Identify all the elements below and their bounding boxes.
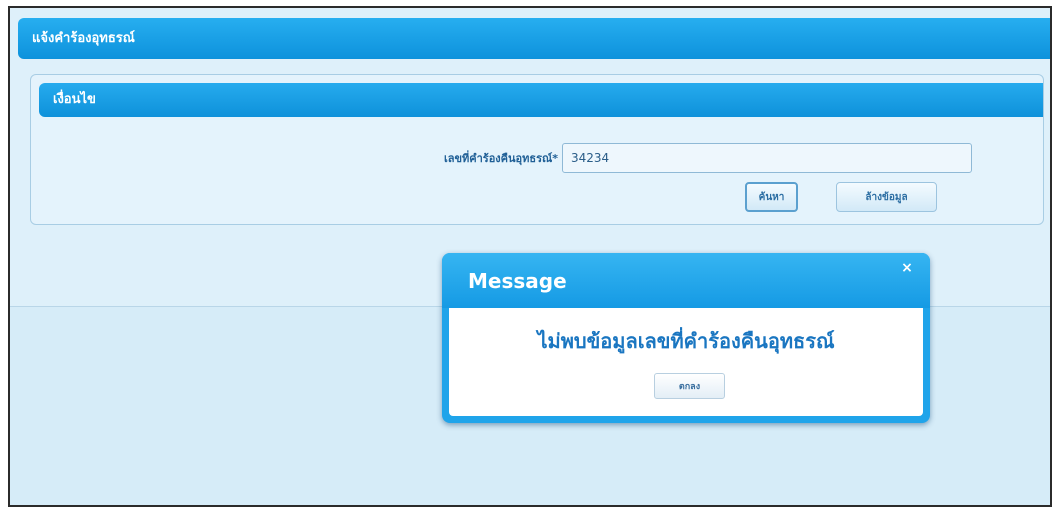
message-dialog-header: Message ×: [442, 253, 930, 308]
search-panel-title: เงื่อนไข: [53, 92, 96, 107]
message-dialog-title: Message: [468, 269, 567, 293]
search-panel: เงื่อนไข เลขที่คำร้องคืนอุทธรณ์* ค้นหา ล…: [30, 74, 1044, 225]
message-dialog-body: ไม่พบข้อมูลเลขที่คำร้องคืนอุทธรณ์ ตกลง: [449, 308, 923, 416]
search-button[interactable]: ค้นหา: [745, 182, 798, 212]
page-header: แจ้งคำร้องอุทธรณ์: [18, 18, 1050, 59]
close-icon[interactable]: ×: [898, 259, 916, 277]
clear-button[interactable]: ล้างข้อมูล: [836, 182, 937, 212]
search-panel-header: เงื่อนไข: [39, 83, 1043, 117]
appeal-number-label: เลขที่คำร้องคืนอุทธรณ์*: [443, 152, 558, 165]
message-text: ไม่พบข้อมูลเลขที่คำร้องคืนอุทธรณ์: [537, 329, 835, 353]
page-title: แจ้งคำร้องอุทธรณ์: [32, 31, 135, 46]
appeal-number-input[interactable]: [562, 143, 972, 173]
app-window: แจ้งคำร้องอุทธรณ์ เงื่อนไข เลขที่คำร้องค…: [8, 6, 1052, 507]
message-dialog: Message × ไม่พบข้อมูลเลขที่คำร้องคืนอุทธ…: [442, 253, 930, 423]
ok-button[interactable]: ตกลง: [654, 373, 725, 399]
